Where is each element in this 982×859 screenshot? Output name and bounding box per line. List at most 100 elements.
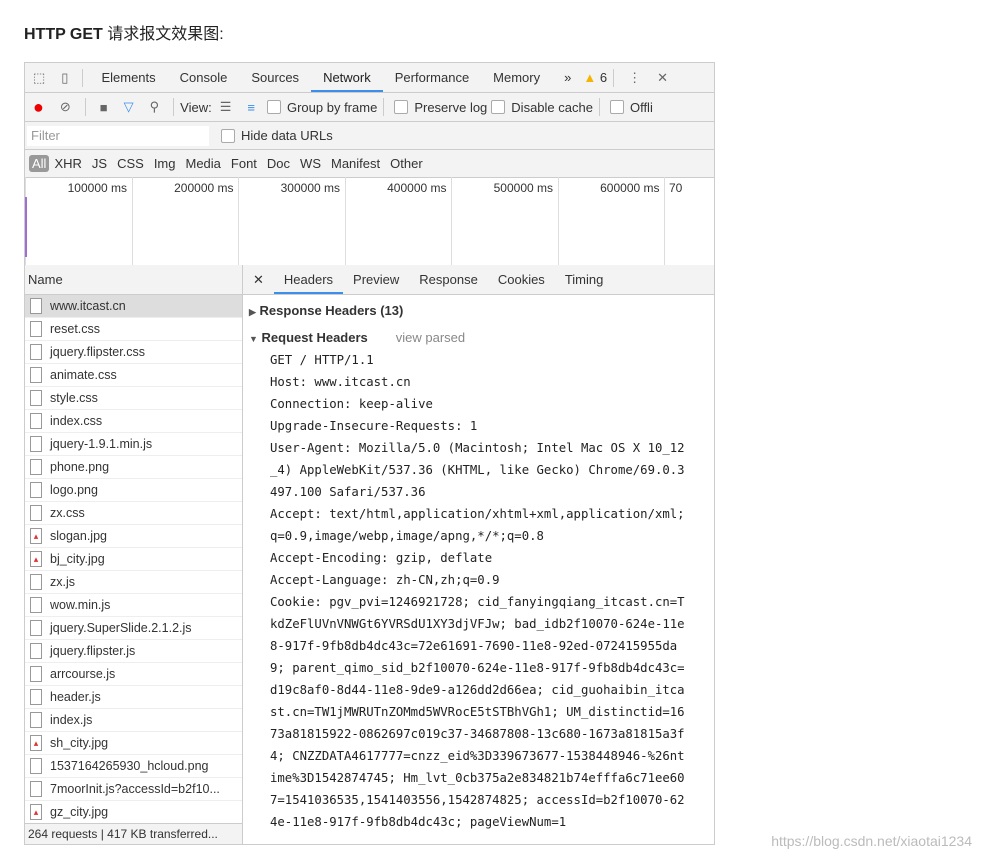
filter-bar: Filter Hide data URLs: [25, 122, 714, 150]
request-headers-section[interactable]: ▼ Request Headers view parsed: [249, 330, 714, 345]
status-bar: 264 requests | 417 KB transferred...: [25, 823, 242, 844]
file-icon: [30, 459, 42, 475]
waterfall-view-icon[interactable]: ≡: [247, 100, 255, 115]
request-row[interactable]: jquery.flipster.js: [25, 640, 242, 663]
divider: [383, 98, 385, 116]
group-by-frame-checkbox[interactable]: [266, 100, 281, 114]
hide-data-urls-checkbox[interactable]: [221, 128, 235, 143]
request-row[interactable]: zx.css: [25, 502, 242, 525]
tab-console[interactable]: Console: [168, 63, 240, 92]
kebab-menu-icon[interactable]: ⋮: [628, 70, 641, 86]
request-row[interactable]: www.itcast.cn: [25, 295, 242, 318]
request-name: index.js: [50, 713, 93, 727]
name-column-header[interactable]: Name: [25, 265, 242, 295]
warning-badge[interactable]: ▲ 6: [583, 70, 607, 85]
request-row[interactable]: ▴ gz_city.jpg: [25, 801, 242, 824]
detail-tab-headers[interactable]: Headers: [273, 265, 344, 294]
request-row[interactable]: 7moorInit.js?accessId=b2f10...: [25, 778, 242, 801]
type-filter-js[interactable]: JS: [87, 156, 112, 171]
request-row[interactable]: phone.png: [25, 456, 242, 479]
request-name: wow.min.js: [50, 598, 111, 612]
request-row[interactable]: zx.js: [25, 571, 242, 594]
filter-input[interactable]: Filter: [27, 125, 209, 146]
collapse-triangle-icon: ▼: [249, 334, 258, 344]
timeline-tick: 200000 ms: [131, 177, 238, 265]
tab-sources[interactable]: Sources: [239, 63, 311, 92]
request-name: jquery.flipster.css: [50, 345, 145, 359]
device-toggle-icon[interactable]: ▯: [61, 70, 68, 86]
type-filter-img[interactable]: Img: [149, 156, 181, 171]
detail-tab-response[interactable]: Response: [409, 265, 488, 294]
filter-icon[interactable]: ▽: [124, 99, 134, 115]
request-row[interactable]: jquery.SuperSlide.2.1.2.js: [25, 617, 242, 640]
request-row[interactable]: ▴ slogan.jpg: [25, 525, 242, 548]
request-row[interactable]: ▴ bj_city.jpg: [25, 548, 242, 571]
request-row[interactable]: style.css: [25, 387, 242, 410]
timeline-marker: [25, 197, 27, 257]
view-parsed-link[interactable]: view parsed: [396, 330, 465, 345]
request-name: index.css: [50, 414, 103, 428]
file-icon: [30, 643, 42, 659]
detail-tab-cookies[interactable]: Cookies: [488, 265, 555, 294]
type-filter-css[interactable]: CSS: [112, 156, 149, 171]
offline-checkbox[interactable]: [609, 100, 624, 114]
file-icon: [30, 482, 42, 498]
divider: [82, 68, 84, 87]
request-row[interactable]: index.css: [25, 410, 242, 433]
request-row[interactable]: animate.css: [25, 364, 242, 387]
timeline-overview: 100000 ms 200000 ms 300000 ms 400000 ms 5000…: [25, 177, 714, 266]
clear-icon[interactable]: ⊘: [60, 99, 71, 115]
request-name: arrcourse.js: [50, 667, 116, 681]
request-list: Name www.itcast.cn reset.css jquery.flipst…: [25, 265, 243, 844]
more-tabs-icon[interactable]: »: [552, 63, 583, 92]
tab-performance[interactable]: Performance: [383, 63, 481, 92]
type-filter-media[interactable]: Media: [180, 156, 225, 171]
request-row[interactable]: jquery.flipster.css: [25, 341, 242, 364]
type-filter-other[interactable]: Other: [385, 156, 428, 171]
list-view-icon[interactable]: ☰: [220, 99, 232, 115]
request-row[interactable]: 1537164265930_hcloud.png: [25, 755, 242, 778]
detail-tab-preview[interactable]: Preview: [343, 265, 409, 294]
request-row[interactable]: logo.png: [25, 479, 242, 502]
response-headers-section[interactable]: ▶ Response Headers (13): [249, 303, 714, 318]
request-row[interactable]: reset.css: [25, 318, 242, 341]
request-row[interactable]: jquery-1.9.1.min.js: [25, 433, 242, 456]
disable-cache-checkbox[interactable]: [491, 100, 506, 114]
request-row[interactable]: arrcourse.js: [25, 663, 242, 686]
divider: [84, 98, 86, 116]
group-by-frame-label: Group by frame: [286, 99, 378, 115]
request-row[interactable]: ▴ sh_city.jpg: [25, 732, 242, 755]
search-icon[interactable]: ⚲: [150, 99, 160, 115]
type-filter-doc[interactable]: Doc: [262, 156, 295, 171]
screenshot-camera-icon[interactable]: ■: [100, 100, 108, 115]
inspect-icon[interactable]: ⬚: [33, 70, 45, 86]
heading-bold: HTTP GET: [24, 26, 103, 43]
request-row[interactable]: index.js: [25, 709, 242, 732]
request-name: jquery.flipster.js: [50, 644, 136, 658]
header-line: Connection: keep-alive: [270, 397, 433, 411]
header-line: Host: www.itcast.cn: [270, 375, 411, 389]
request-headers-title: Request Headers: [261, 330, 368, 345]
request-name: jquery-1.9.1.min.js: [50, 437, 153, 451]
detail-tab-timing[interactable]: Timing: [555, 265, 614, 294]
type-filter-ws[interactable]: WS: [295, 156, 326, 171]
tab-elements[interactable]: Elements: [89, 63, 167, 92]
header-line: Accept-Encoding: gzip, deflate: [270, 551, 493, 565]
type-filter-manifest[interactable]: Manifest: [326, 156, 385, 171]
type-filter-xhr[interactable]: XHR: [49, 156, 86, 171]
request-row[interactable]: header.js: [25, 686, 242, 709]
file-icon: [30, 666, 42, 682]
tab-memory[interactable]: Memory: [481, 63, 552, 92]
record-icon[interactable]: ●: [33, 97, 44, 118]
type-filter-font[interactable]: Font: [226, 156, 262, 171]
type-filter-all[interactable]: All: [29, 155, 50, 172]
header-line: User-Agent: Mozilla/5.0 (Macintosh; Inte…: [270, 441, 685, 455]
request-row[interactable]: wow.min.js: [25, 594, 242, 617]
header-line: 73a81815922-0862697c019c37-34687808-13c6…: [270, 727, 685, 741]
request-name: 1537164265930_hcloud.png: [50, 759, 209, 773]
close-icon[interactable]: ✕: [657, 70, 668, 86]
preserve-log-checkbox[interactable]: [394, 100, 409, 114]
close-detail-icon[interactable]: ✕: [243, 265, 274, 294]
tab-network[interactable]: Network: [311, 63, 383, 92]
devtools-window: ⬚ ▯ Elements Console Sources Network Perform…: [24, 62, 715, 845]
